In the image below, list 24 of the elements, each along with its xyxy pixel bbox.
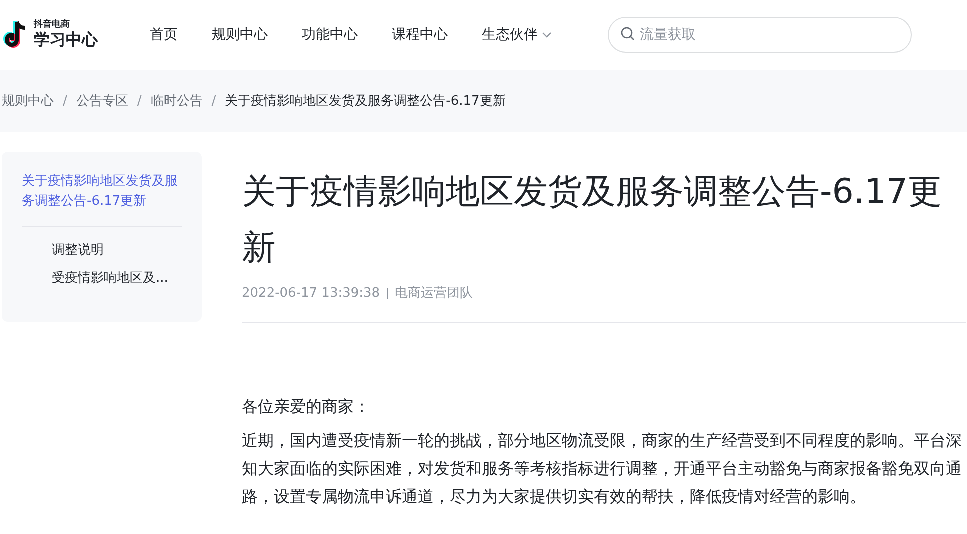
breadcrumb-link[interactable]: 关于疫情影响地区发货及服务调整公告-6.17更新 [225,92,506,110]
breadcrumb-separator: / [212,94,216,108]
nav-link[interactable]: 规则中心 [212,26,268,44]
author-name: 电商运营团队 [395,285,474,302]
nav-link[interactable]: 生态伙伴 [482,26,552,44]
breadcrumb-separator: / [63,94,68,108]
nav-link[interactable]: 课程中心 [392,26,448,44]
breadcrumb-link[interactable]: 公告专区 [76,92,128,110]
toc-item[interactable]: 调整说明 [22,241,182,261]
breadcrumb-link[interactable]: 临时公告 [150,92,203,110]
search-field[interactable]: 流量获取 [608,17,912,53]
nav-link[interactable]: 功能中心 [302,26,358,44]
publish-date: 2022-06-17 13:39:38 [242,286,380,300]
toc-item[interactable]: 关于疫情影响地区发货及服务调整公告-6.17更新 [22,172,182,227]
nav-link[interactable]: 首页 [150,26,178,44]
breadcrumb-link[interactable]: 规则中心 [2,92,54,110]
article-paragraph: 近期，国内遭受疫情新一轮的挑战，部分地区物流受限，商家的生产经营受到不同程度的影响。平台深知大家面临的实际困难，对发货和服务等考核指标进行调整，开通平台主动豁免与商家报备豁免双向通路，设置专属物流申诉通道，尽力为大家提供切实有效的帮扶，降低疫情对经营的影响。 [242,430,963,508]
article-paragraph: 各位亲爱的商家： [242,396,371,418]
toc-item[interactable]: 受疫情影响地区及... [22,269,182,289]
logo-icon [2,20,28,50]
breadcrumb-separator: / [137,94,142,108]
logo-title: 学习中心 [34,30,98,50]
article-title: 关于疫情影响地区发货及服务调整公告-6.17更新 [242,171,943,270]
logo-subtitle: 抖音电商 [34,20,71,30]
